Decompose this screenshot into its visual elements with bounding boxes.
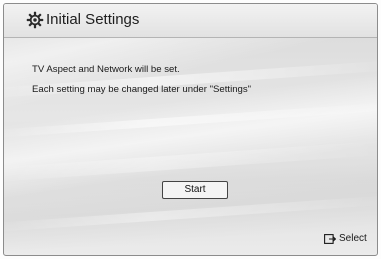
gear-icon (26, 11, 44, 29)
initial-settings-screen: Initial Settings TV Aspect and Network w… (0, 0, 381, 259)
dialog-header: Initial Settings (4, 4, 377, 38)
select-hint-label: Select (339, 233, 367, 244)
enter-key-icon (324, 233, 336, 244)
info-text-line-1: TV Aspect and Network will be set. (32, 64, 180, 75)
select-hint: Select (324, 233, 367, 247)
page-title: Initial Settings (46, 11, 140, 28)
info-text-line-2: Each setting may be changed later under … (32, 84, 252, 95)
start-button[interactable]: Start (162, 181, 228, 199)
background-streak (4, 194, 377, 233)
background-streak (4, 101, 377, 139)
background-streak (4, 139, 377, 183)
settings-dialog: Initial Settings TV Aspect and Network w… (3, 3, 378, 256)
